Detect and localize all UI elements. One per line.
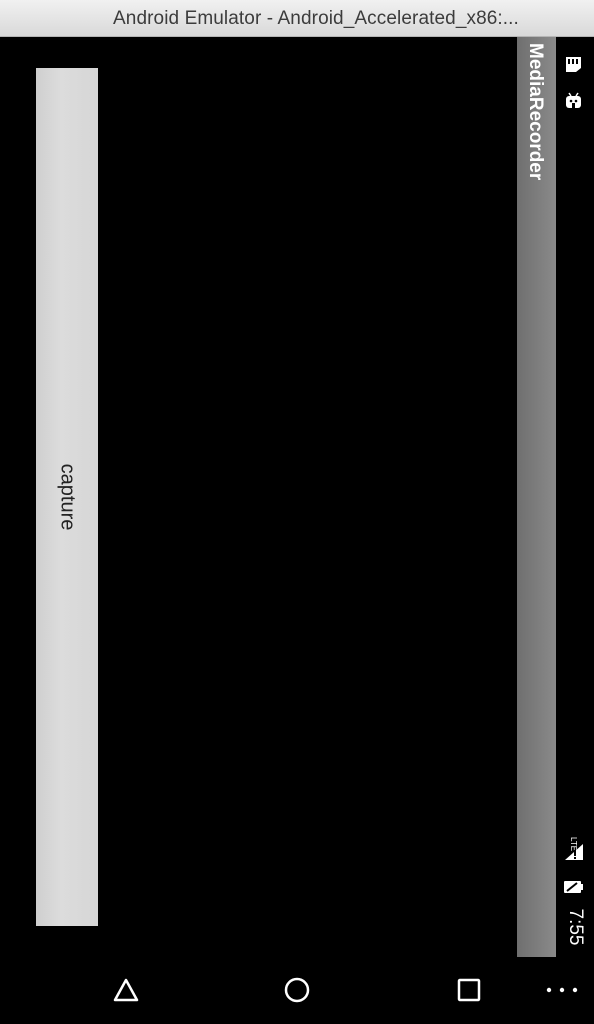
lte-signal-icon: LTE (565, 837, 583, 860)
status-clock: 7:55 (557, 902, 593, 952)
more-options-icon[interactable] (541, 971, 581, 1011)
action-bar-title: MediaRecorder (525, 43, 546, 181)
navigation-bar (1, 957, 593, 1022)
battery-icon (564, 881, 583, 893)
capture-button-label: capture (56, 463, 79, 531)
back-icon[interactable] (106, 971, 146, 1011)
emulator-window: Android Emulator - Android_Accelerated_x… (0, 0, 594, 1024)
window-title: Android Emulator - Android_Accelerated_x… (113, 8, 519, 29)
device-screen: capture MediaRecorder LTE 7:55 (1, 37, 593, 1022)
status-bar: LTE 7:55 (557, 37, 593, 957)
sd-card-icon (566, 57, 581, 72)
android-debug-icon (566, 92, 581, 108)
home-icon[interactable] (277, 971, 317, 1011)
lte-label: LTE (569, 837, 578, 851)
status-time: 7:55 (565, 908, 586, 946)
recents-icon[interactable] (449, 971, 489, 1011)
action-bar: MediaRecorder (517, 37, 556, 957)
capture-button[interactable]: capture (36, 68, 98, 926)
window-titlebar: Android Emulator - Android_Accelerated_x… (0, 0, 594, 37)
